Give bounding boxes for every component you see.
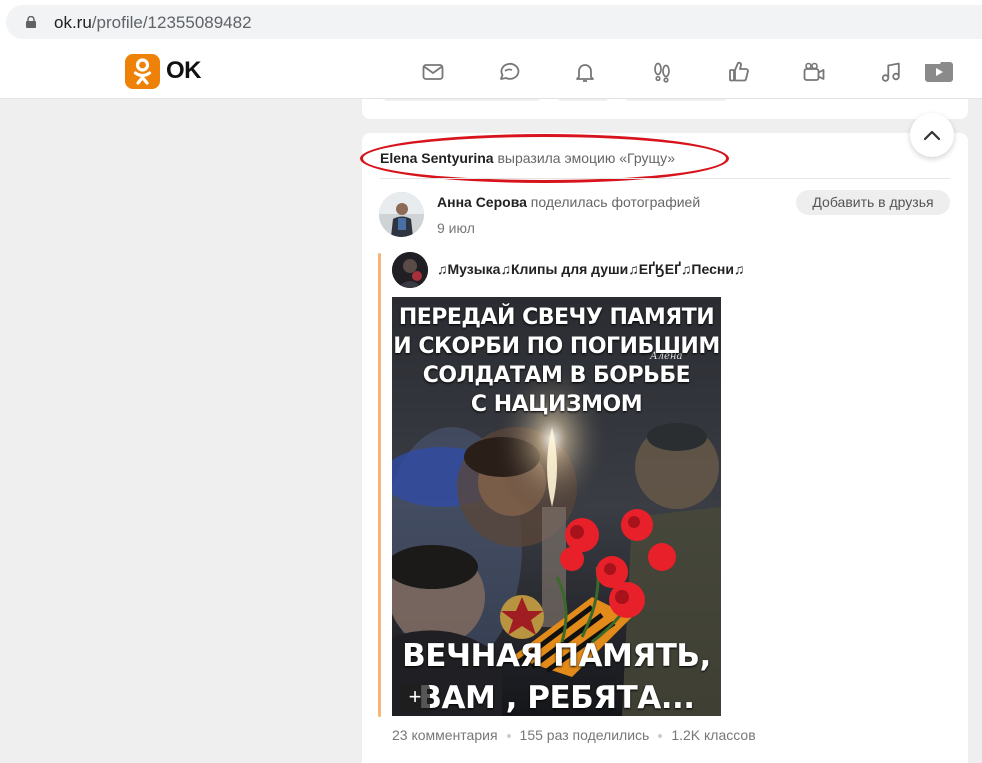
music-icon[interactable] xyxy=(879,60,903,84)
highlight-oval xyxy=(360,134,729,183)
address-bar[interactable]: ok.ru/profile/12355089482 xyxy=(6,5,982,39)
chat-icon[interactable] xyxy=(497,60,521,84)
logo-text[interactable]: OK xyxy=(166,57,202,85)
video-camera-icon[interactable] xyxy=(802,60,826,84)
post-stats: 23 комментария 155 раз поделились 1.2K кла… xyxy=(392,727,756,743)
post-author-line: Анна Серова поделилась фотографией xyxy=(437,194,700,210)
scroll-to-top-button[interactable] xyxy=(910,113,954,157)
group-avatar[interactable] xyxy=(392,252,428,288)
author-action-text: поделилась фотографией xyxy=(530,194,701,210)
previous-card-bottom xyxy=(362,99,968,119)
guests-icon[interactable] xyxy=(650,60,674,84)
mail-icon[interactable] xyxy=(421,60,445,84)
likes-count-link[interactable]: 1.2K классов xyxy=(671,727,755,743)
post-date[interactable]: 9 июл xyxy=(437,220,475,236)
url-text: ok.ru/profile/12355089482 xyxy=(54,13,252,32)
repost-indicator-bar xyxy=(378,253,381,717)
author-avatar[interactable] xyxy=(379,192,424,237)
add-friend-button[interactable]: Добавить в друзья xyxy=(796,190,950,215)
browser-toolbar: ok.ru/profile/12355089482 xyxy=(0,0,982,44)
previous-card-action[interactable] xyxy=(382,99,542,101)
divider xyxy=(380,178,950,179)
shares-count-link[interactable]: 155 раз поделились xyxy=(520,727,650,743)
bell-icon[interactable] xyxy=(573,60,597,84)
chevron-up-icon xyxy=(923,130,941,141)
author-name-link[interactable]: Анна Серова xyxy=(437,194,527,210)
post-image[interactable]: ПЕРЕДАЙ СВЕЧУ ПАМЯТИ И СКОРБИ ПО ПОГИБШИ… xyxy=(392,297,721,716)
site-header: OK xyxy=(0,44,982,99)
comments-count-link[interactable]: 23 комментария xyxy=(392,727,498,743)
separator-dot xyxy=(506,734,511,739)
image-caption-bottom: ВЕЧНАЯ ПАМЯТЬ, ВАМ , РЕБЯТА... xyxy=(402,638,711,716)
lock-icon xyxy=(26,16,36,28)
previous-card-action[interactable] xyxy=(556,99,610,101)
add-to-album-button[interactable]: + xyxy=(400,683,430,713)
like-icon[interactable] xyxy=(727,60,751,84)
ok-logo-icon[interactable] xyxy=(125,54,160,89)
previous-card-action[interactable] xyxy=(624,99,728,101)
video-play-icon[interactable] xyxy=(924,60,954,84)
group-name-link[interactable]: ♫Музыка♫Клипы для души♫ЕҐӃЕҐ♫Песни♫ xyxy=(437,261,744,277)
separator-dot xyxy=(658,734,663,739)
image-signature: Алена xyxy=(650,351,683,362)
